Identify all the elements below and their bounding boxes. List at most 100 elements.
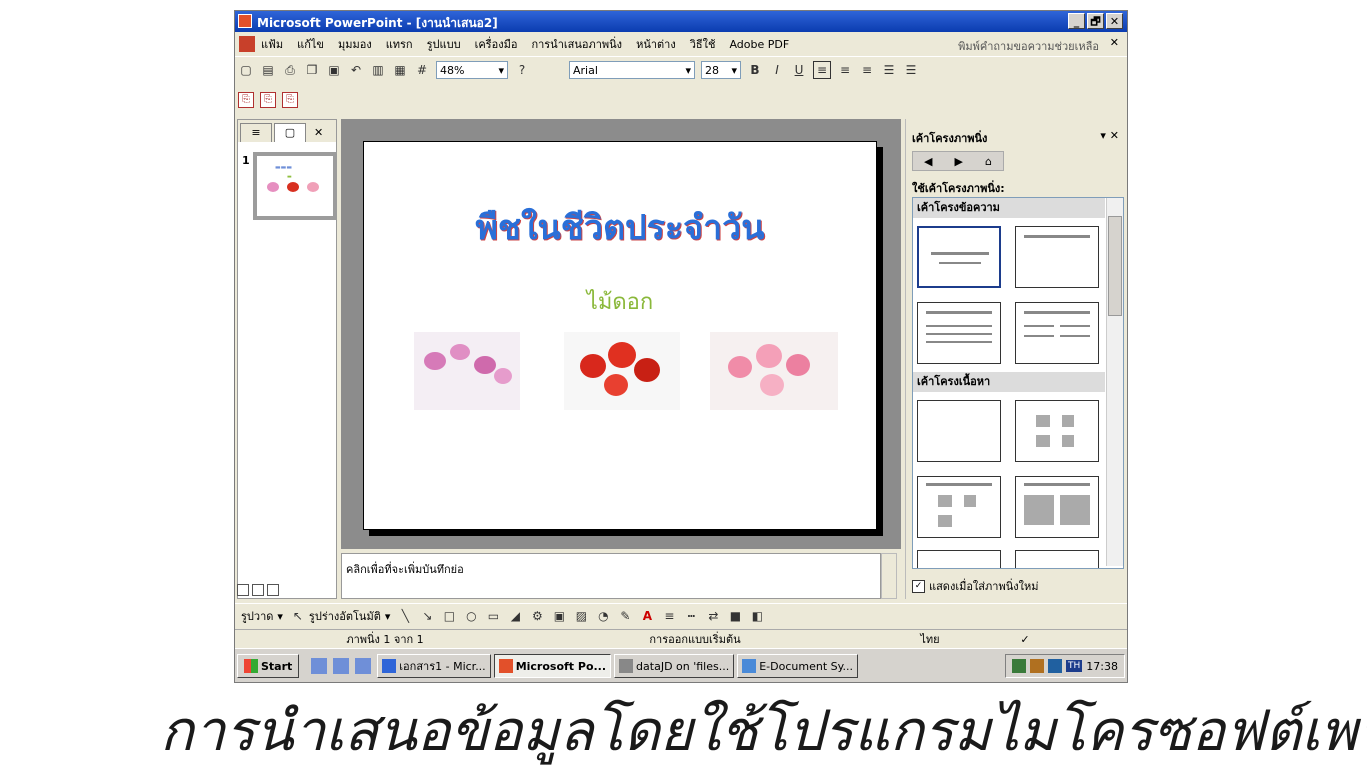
document-icon[interactable] — [239, 36, 255, 52]
start-button[interactable]: Start — [237, 654, 300, 678]
menu-window[interactable]: หน้าต่าง — [636, 35, 676, 53]
line-color-icon[interactable]: ✎ — [617, 608, 633, 624]
bullets-icon[interactable]: ☰ — [903, 62, 919, 78]
arrow-style-icon[interactable]: ⇄ — [705, 608, 721, 624]
help-icon[interactable]: ? — [514, 62, 530, 78]
layout-title-slide[interactable] — [917, 226, 1001, 288]
tray-icon[interactable] — [1030, 659, 1045, 673]
slideshow-button[interactable] — [267, 584, 279, 596]
zoom-select[interactable]: 48% ▾ — [436, 61, 508, 79]
new-icon[interactable]: ▢ — [238, 62, 254, 78]
quicklaunch-media-icon[interactable] — [355, 658, 372, 674]
orchid-image[interactable] — [414, 332, 520, 410]
font-color-icon[interactable]: A — [639, 608, 655, 624]
draw-menu[interactable]: รูปวาด — [241, 607, 273, 625]
copy-icon[interactable]: ❐ — [304, 62, 320, 78]
underline-button[interactable]: U — [791, 62, 807, 78]
chart-icon[interactable]: ▥ — [370, 62, 386, 78]
slide-title[interactable]: พืชในชีวิตประจำวัน — [364, 200, 876, 254]
task-e-document[interactable]: E-Document Sy... — [737, 654, 859, 678]
undo-icon[interactable]: ↶ — [348, 62, 364, 78]
layout-content-partial[interactable] — [1015, 550, 1099, 568]
dash-style-icon[interactable]: ┅ — [683, 608, 699, 624]
layout-scrollbar[interactable] — [1106, 198, 1123, 566]
tab-slides[interactable]: ▢ — [274, 123, 306, 142]
slide-sorter-button[interactable] — [252, 584, 264, 596]
align-right-icon[interactable]: ≡ — [859, 62, 875, 78]
layout-title-two-content[interactable] — [1015, 476, 1099, 538]
grid-icon[interactable]: # — [414, 62, 430, 78]
task-network-drive[interactable]: dataJD on 'files... — [614, 654, 735, 678]
help-question-box[interactable]: พิมพ์คำถามขอความช่วยเหลือ — [958, 37, 1099, 55]
font-select[interactable]: Arial ▾ — [569, 61, 695, 79]
numbering-icon[interactable]: ☰ — [881, 62, 897, 78]
red-gerbera-image[interactable] — [564, 332, 680, 410]
menu-format[interactable]: รูปแบบ — [427, 35, 461, 53]
powerpoint-app-icon[interactable] — [238, 14, 252, 28]
shadow-icon[interactable]: ■ — [727, 608, 743, 624]
font-size-select[interactable]: 28 ▾ — [701, 61, 741, 79]
layout-title-content[interactable] — [917, 476, 1001, 538]
minimize-button[interactable]: _ — [1068, 13, 1085, 29]
close-document-icon[interactable]: ✕ — [1110, 36, 1119, 49]
slide-subtitle[interactable]: ไม้ดอก — [364, 284, 876, 319]
slide-canvas[interactable]: พืชในชีวิตประจำวัน ไม้ดอก — [363, 141, 877, 530]
quicklaunch-ie-icon[interactable] — [333, 658, 350, 674]
pdf-email-icon[interactable]: ⎘ — [260, 92, 276, 108]
normal-view-button[interactable] — [237, 584, 249, 596]
fill-color-icon[interactable]: ◔ — [595, 608, 611, 624]
pdf-convert-icon[interactable]: ⎘ — [238, 92, 254, 108]
diagram-icon[interactable]: ⚙ — [529, 608, 545, 624]
restore-button[interactable]: 🗗 — [1087, 13, 1104, 29]
task-pane-controls[interactable]: ▾ ✕ — [1100, 129, 1119, 142]
menu-slideshow[interactable]: การนำเสนอภาพนิ่ง — [531, 35, 622, 53]
bold-button[interactable]: B — [747, 62, 763, 78]
select-pointer-icon[interactable]: ↖ — [290, 608, 306, 624]
tray-icon[interactable] — [1012, 659, 1027, 673]
align-left-icon[interactable]: ≡ — [813, 61, 831, 79]
task-powerpoint[interactable]: Microsoft Po... — [493, 654, 612, 678]
home-icon[interactable]: ⌂ — [985, 155, 992, 168]
line-icon[interactable]: ╲ — [397, 608, 413, 624]
input-language-indicator[interactable]: TH — [1066, 660, 1083, 672]
open-icon[interactable]: ▤ — [260, 62, 276, 78]
print-icon[interactable]: ⎙ — [282, 62, 298, 78]
scrollbar-thumb[interactable] — [1108, 216, 1122, 316]
line-style-icon[interactable]: ≡ — [661, 608, 677, 624]
close-pane-icon[interactable]: ✕ — [314, 124, 323, 142]
pdf-review-icon[interactable]: ⎘ — [282, 92, 298, 108]
notes-pane[interactable]: คลิกเพื่อที่จะเพิ่มบันทึกย่อ — [341, 553, 881, 599]
menu-adobe-pdf[interactable]: Adobe PDF — [729, 38, 789, 51]
table-icon[interactable]: ▦ — [392, 62, 408, 78]
forward-icon[interactable]: ▶ — [954, 155, 962, 168]
notes-scrollbar[interactable] — [881, 553, 897, 599]
autoshapes-menu[interactable]: รูปร่างอัตโนมัติ — [309, 607, 381, 625]
textbox-icon[interactable]: ▭ — [485, 608, 501, 624]
pink-gerbera-image[interactable] — [710, 332, 838, 410]
layout-title-text[interactable] — [917, 302, 1001, 364]
italic-button[interactable]: I — [769, 62, 785, 78]
menu-file[interactable]: แฟ้ม — [261, 35, 283, 53]
menu-edit[interactable]: แก้ไข — [297, 35, 324, 53]
close-button[interactable]: ✕ — [1106, 13, 1123, 29]
menu-tools[interactable]: เครื่องมือ — [475, 35, 518, 53]
checkbox-checked-icon[interactable]: ✓ — [912, 579, 925, 593]
tray-icon[interactable] — [1048, 659, 1063, 673]
show-on-insert-option[interactable]: ✓ แสดงเมื่อใส่ภาพนิ่งใหม่ — [912, 577, 1038, 595]
back-icon[interactable]: ◀ — [924, 155, 932, 168]
wordart-icon[interactable]: ◢ — [507, 608, 523, 624]
slide-thumbnail[interactable]: ▬▬▬ ▬ — [253, 152, 337, 220]
menu-insert[interactable]: แทรก — [386, 35, 413, 53]
clipart-icon[interactable]: ▣ — [551, 608, 567, 624]
layout-blank[interactable] — [917, 400, 1001, 462]
rectangle-icon[interactable]: □ — [441, 608, 457, 624]
menu-view[interactable]: มุมมอง — [338, 35, 372, 53]
align-center-icon[interactable]: ≡ — [837, 62, 853, 78]
tab-outline[interactable]: ≡ — [240, 123, 272, 142]
layout-content[interactable] — [1015, 400, 1099, 462]
layout-two-column-text[interactable] — [1015, 302, 1099, 364]
3d-icon[interactable]: ◧ — [749, 608, 765, 624]
arrow-icon[interactable]: ↘ — [419, 608, 435, 624]
task-word-document[interactable]: เอกสาร1 - Micr... — [377, 654, 491, 678]
picture-icon[interactable]: ▨ — [573, 608, 589, 624]
